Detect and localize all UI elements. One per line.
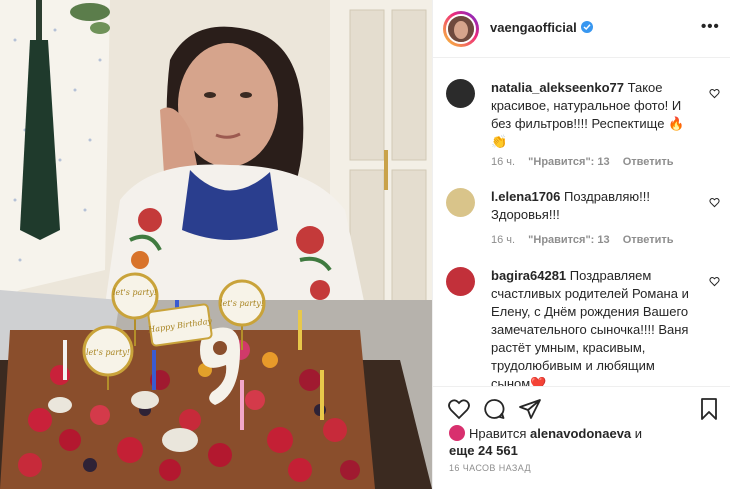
post-username[interactable]: vaengaofficial xyxy=(490,20,577,35)
reply-button[interactable]: Ответить xyxy=(623,234,674,246)
comment-text: l.elena1706 Поздравляю!!! Здоровья!!! xyxy=(491,188,695,224)
comment-text: bagira64281 Поздравляем счастливых родит… xyxy=(491,267,695,386)
likes-count[interactable]: еще 24 561 xyxy=(449,443,518,458)
heart-icon[interactable] xyxy=(447,397,471,421)
share-icon[interactable] xyxy=(518,397,542,421)
avatar[interactable] xyxy=(446,267,475,296)
comment-time: 16 ч. xyxy=(491,156,516,168)
comment-likes[interactable]: "Нравится": 13 xyxy=(528,156,609,168)
likes-user[interactable]: alenavodonaeva xyxy=(530,426,631,441)
comment-icon[interactable] xyxy=(482,397,506,421)
comment-text: natalia_alekseenko77 Такое красивое, нат… xyxy=(491,79,695,151)
avatar[interactable] xyxy=(446,79,475,108)
post-photo-image: let's party! let's party! let's party! H… xyxy=(0,0,432,489)
post-panel: vaengaofficial ••• natalia_alekseenko77 … xyxy=(432,0,730,489)
likes-and: и xyxy=(634,426,643,441)
comment-username[interactable]: bagira64281 xyxy=(491,268,566,283)
avatar[interactable] xyxy=(446,188,475,217)
comment-heart-icon[interactable] xyxy=(709,197,720,208)
comment-body: Поздравляем счастливых родителей Романа … xyxy=(491,268,689,386)
bookmark-icon[interactable] xyxy=(697,397,721,421)
comment-heart-icon[interactable] xyxy=(709,88,720,99)
story-ring[interactable] xyxy=(443,11,479,47)
comment-likes[interactable]: "Нравится": 13 xyxy=(528,234,609,246)
avatar xyxy=(446,14,476,44)
cake-sign-text: let's party! xyxy=(86,348,130,357)
comment-heart-icon[interactable] xyxy=(709,276,720,287)
avatar[interactable] xyxy=(449,425,465,441)
comments-list: natalia_alekseenko77 Такое красивое, нат… xyxy=(433,59,730,386)
comment-time: 16 ч. xyxy=(491,234,516,246)
comment-meta: 16 ч. "Нравится": 13 Ответить xyxy=(491,234,684,246)
cake-sign-text: let's party! xyxy=(113,288,157,297)
comment-username[interactable]: natalia_alekseenko77 xyxy=(491,80,624,95)
comment-meta: 16 ч. "Нравится": 13 Ответить xyxy=(491,156,684,168)
post-timestamp[interactable]: 16 ЧАСОВ НАЗАД xyxy=(449,463,531,473)
comment-username[interactable]: l.elena1706 xyxy=(491,189,560,204)
likes-line: Нравится alenavodonaeva и xyxy=(469,426,642,441)
reply-button[interactable]: Ответить xyxy=(623,156,674,168)
likes-prefix: Нравится xyxy=(469,426,527,441)
post-header: vaengaofficial ••• xyxy=(433,0,730,58)
verified-badge-icon xyxy=(581,21,593,33)
more-dots-icon[interactable]: ••• xyxy=(701,18,720,35)
post-photo[interactable]: let's party! let's party! let's party! H… xyxy=(0,0,432,489)
cake-sign-text: let's party! xyxy=(220,299,264,308)
